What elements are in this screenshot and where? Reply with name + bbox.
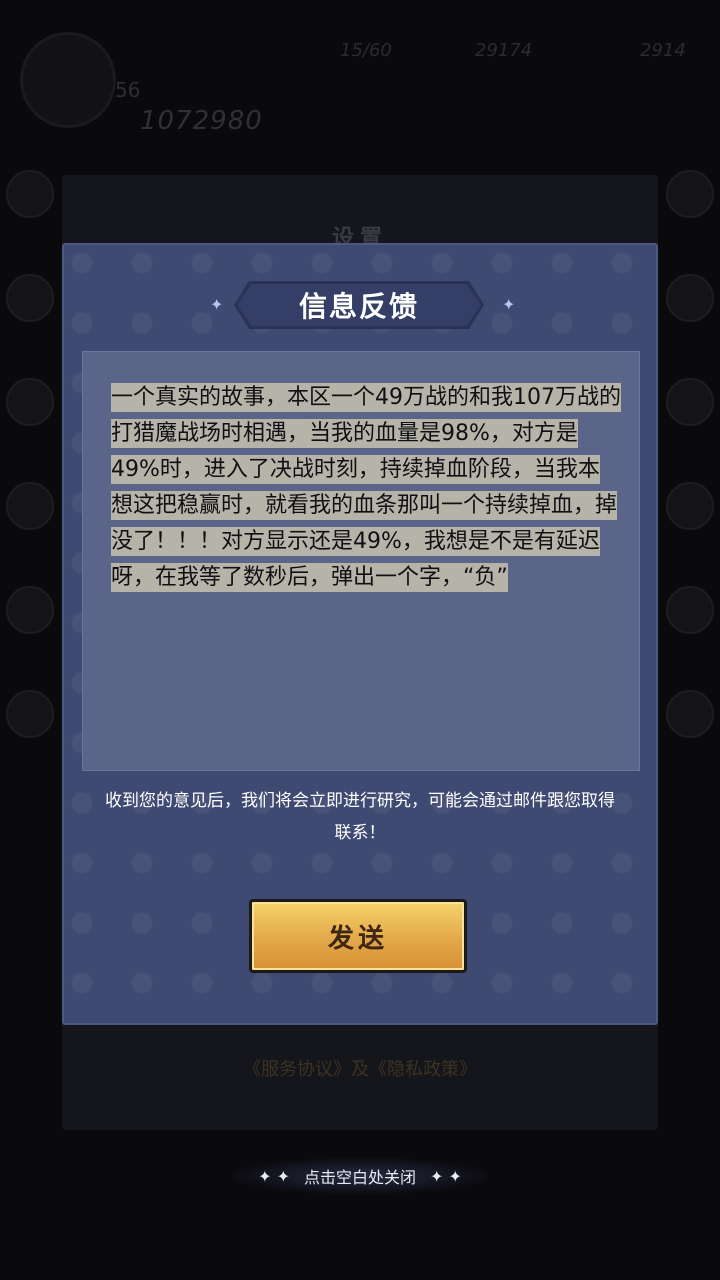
close-hint-text: 点击空白处关闭 [303,1168,416,1187]
menu-icon [6,378,54,426]
menu-icon [6,482,54,530]
menu-icon [666,378,714,426]
sparkle-icon: ✦ [210,295,224,314]
menu-icon [666,586,714,634]
feedback-textarea[interactable]: 一个真实的故事，本区一个49万战的和我107万战的打猎魔战场时相遇，当我的血量是… [82,351,640,771]
gold-counter: 29174 [475,40,533,61]
feedback-text-content: 一个真实的故事，本区一个49万战的和我107万战的打猎魔战场时相遇，当我的血量是… [111,380,621,596]
sparkle-icon: ✦ ✦ [258,1166,290,1186]
send-button-label: 发送 [327,923,388,954]
left-side-menu [0,150,60,1100]
menu-icon [6,690,54,738]
player-level: 56 [115,78,141,102]
menu-icon [6,586,54,634]
sparkle-icon: ✦ ✦ [430,1166,462,1186]
feedback-notice: 收到您的意见后，我们将会立即进行研究，可能会通过邮件跟您取得联系！ [105,791,615,843]
combat-power: 1072980 [140,106,263,136]
menu-icon [6,170,54,218]
feedback-text: 一个真实的故事，本区一个49万战的和我107万战的打猎魔战场时相遇，当我的血量是… [111,383,621,592]
dialog-title: 信息反馈 [298,290,419,323]
menu-icon [6,274,54,322]
agreement-links: 《服务协议》及《隐私政策》 [243,1059,477,1080]
stamina-counter: 15/60 [340,40,392,61]
menu-icon [666,482,714,530]
close-hint[interactable]: ✦ ✦ 点击空白处关闭 ✦ ✦ [0,1158,720,1194]
menu-icon [666,274,714,322]
feedback-dialog: ✦ 信息反馈 ✦ 一个真实的故事，本区一个49万战的和我107万战的打猎魔战场时… [62,243,658,1025]
player-avatar [20,32,116,128]
send-button[interactable]: 发送 [249,899,467,973]
top-status-bar: 56 1072980 15/60 29174 2914 [0,18,720,136]
menu-icon [666,690,714,738]
dialog-title-banner: 信息反馈 [234,281,484,329]
gem-counter: 2914 [640,40,686,61]
right-side-menu [660,150,720,1100]
sparkle-icon: ✦ [502,295,516,314]
menu-icon [666,170,714,218]
